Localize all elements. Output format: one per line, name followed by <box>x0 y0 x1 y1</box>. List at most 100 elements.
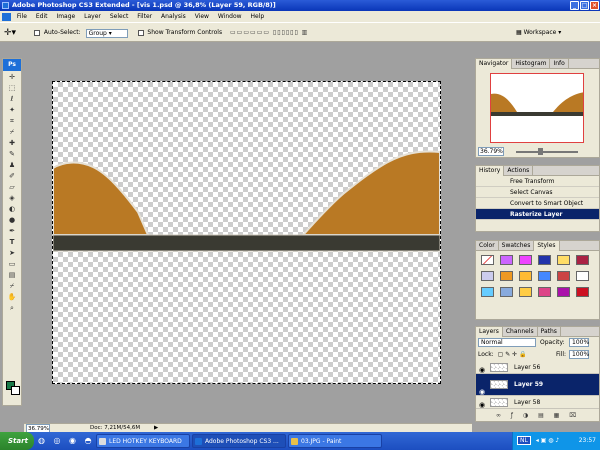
quick-launch-icons[interactable]: ◍ ◎ ◉ ◓ <box>38 436 95 445</box>
photoshop-logo-icon <box>2 2 9 9</box>
tab-actions[interactable]: Actions <box>504 166 534 176</box>
tab-layers[interactable]: Layers <box>476 327 503 337</box>
navigator-zoom-slider[interactable] <box>516 151 578 153</box>
task-photoshop[interactable]: Adobe Photoshop CS3 ... <box>192 434 286 448</box>
tab-channels[interactable]: Channels <box>503 327 538 337</box>
style-swatch[interactable] <box>500 287 513 297</box>
auto-select-checkbox[interactable] <box>33 30 40 36</box>
eraser-tool-icon[interactable]: ▱ <box>5 182 19 192</box>
eyedropper-tool-icon[interactable]: ⌿ <box>5 127 19 137</box>
style-swatch[interactable] <box>538 287 551 297</box>
menu-analysis[interactable]: Analysis <box>161 13 186 20</box>
style-swatch[interactable] <box>557 255 570 265</box>
tab-histogram[interactable]: Histogram <box>512 59 551 69</box>
zoom-slider-handle[interactable] <box>538 148 543 155</box>
style-swatch[interactable] <box>576 287 589 297</box>
menu-image[interactable]: Image <box>56 13 75 20</box>
style-swatch[interactable] <box>538 271 551 281</box>
move-tool-icon[interactable]: ✛ <box>5 72 19 82</box>
task-led-hotkey[interactable]: LED HOTKEY KEYBOARD <box>96 434 190 448</box>
language-indicator[interactable]: NL <box>517 436 531 445</box>
layer-row-active[interactable]: ◉ Layer 59 <box>476 374 599 396</box>
shape-tool-icon[interactable]: ▭ <box>5 259 19 269</box>
style-swatch[interactable] <box>576 271 589 281</box>
style-swatch[interactable] <box>519 287 532 297</box>
clone-stamp-tool-icon[interactable]: ♟ <box>5 160 19 170</box>
style-swatch[interactable] <box>557 287 570 297</box>
tray-icons[interactable]: ◂ ▣ ◍ ♪ <box>536 437 559 444</box>
magic-wand-tool-icon[interactable]: ✦ <box>5 105 19 115</box>
paint-bucket-tool-icon[interactable]: ◈ <box>5 193 19 203</box>
style-swatch[interactable] <box>481 255 494 265</box>
menu-file[interactable]: File <box>17 13 27 20</box>
style-swatch[interactable] <box>481 287 494 297</box>
menu-help[interactable]: Help <box>250 13 264 20</box>
document-canvas[interactable] <box>52 81 441 384</box>
blend-mode-dropdown[interactable]: Normal <box>478 338 536 347</box>
navigator-panel: Navigator Histogram Info 36.79% <box>475 58 600 158</box>
keyboard-icon <box>99 438 106 445</box>
navigator-preview[interactable] <box>490 73 584 143</box>
tab-color[interactable]: Color <box>476 241 499 251</box>
style-swatch[interactable] <box>576 255 589 265</box>
style-swatch[interactable] <box>481 271 494 281</box>
menu-view[interactable]: View <box>195 13 209 20</box>
healing-brush-tool-icon[interactable]: ✚ <box>5 138 19 148</box>
style-swatch[interactable] <box>538 255 551 265</box>
align-buttons[interactable]: ▭▭▭▭▭▭ ▯▯▯▯▯▯ ▥ <box>230 23 308 43</box>
hand-tool-icon[interactable]: ✋ <box>5 292 19 302</box>
layer-row[interactable]: ◉ Layer 58 <box>476 396 599 409</box>
layer-row[interactable]: ◉ Layer 56 <box>476 361 599 374</box>
opacity-field[interactable]: 100% <box>569 338 589 347</box>
path-selection-tool-icon[interactable]: ➤ <box>5 248 19 258</box>
menu-window[interactable]: Window <box>218 13 242 20</box>
start-button[interactable]: Start <box>0 432 34 450</box>
style-swatch[interactable] <box>519 255 532 265</box>
show-transform-checkbox[interactable] <box>137 30 144 36</box>
photoshop-menu-icon[interactable] <box>2 12 11 21</box>
minimize-button[interactable]: _ <box>570 1 579 10</box>
dodge-tool-icon[interactable]: ● <box>5 215 19 225</box>
layer-name: Layer 58 <box>514 399 541 406</box>
auto-select-dropdown[interactable]: Group ▾ <box>85 28 128 38</box>
eyedropper-tool-2-icon[interactable]: ⌿ <box>5 281 19 291</box>
style-swatch[interactable] <box>557 271 570 281</box>
tab-styles[interactable]: Styles <box>534 241 560 251</box>
type-tool-icon[interactable]: T <box>5 237 19 247</box>
notes-tool-icon[interactable]: ▤ <box>5 270 19 280</box>
brush-tool-icon[interactable]: ✎ <box>5 149 19 159</box>
navigator-zoom-field[interactable]: 36.79% <box>478 147 504 156</box>
history-item-active[interactable]: Rasterize Layer <box>476 209 599 220</box>
tab-history[interactable]: History <box>476 166 505 176</box>
maximize-button[interactable]: □ <box>580 1 589 10</box>
layers-footer-buttons[interactable]: ∞ ƒ ◑ ▤ ▦ ⌧ <box>476 411 599 421</box>
workspace-button[interactable]: ▦ Workspace ▾ <box>516 23 561 43</box>
task-paint[interactable]: 03.JPG - Paint <box>288 434 382 448</box>
marquee-tool-icon[interactable]: ⬚ <box>5 83 19 93</box>
history-item[interactable]: Select Canvas <box>476 187 599 198</box>
lasso-tool-icon[interactable]: ℓ <box>5 94 19 104</box>
crop-tool-icon[interactable]: ⌗ <box>5 116 19 126</box>
blur-tool-icon[interactable]: ◐ <box>5 204 19 214</box>
tab-paths[interactable]: Paths <box>538 327 561 337</box>
menu-select[interactable]: Select <box>110 13 129 20</box>
lock-icons[interactable]: ▢ ✎ ✛ 🔒 <box>498 351 527 358</box>
zoom-tool-icon[interactable]: ⌕ <box>5 303 19 313</box>
tab-navigator[interactable]: Navigator <box>476 59 513 69</box>
pen-tool-icon[interactable]: ✒ <box>5 226 19 236</box>
style-swatch[interactable] <box>500 271 513 281</box>
history-item[interactable]: Free Transform <box>476 176 599 187</box>
menu-filter[interactable]: Filter <box>137 13 152 20</box>
tab-info[interactable]: Info <box>550 59 569 69</box>
menu-layer[interactable]: Layer <box>84 13 101 20</box>
background-color-swatch[interactable] <box>11 386 20 395</box>
close-button[interactable]: × <box>590 1 599 10</box>
move-tool-preset-icon[interactable]: ✛▾ <box>4 23 16 43</box>
history-brush-tool-icon[interactable]: ✐ <box>5 171 19 181</box>
tab-swatches[interactable]: Swatches <box>499 241 535 251</box>
fill-field[interactable]: 100% <box>569 350 589 359</box>
style-swatch[interactable] <box>519 271 532 281</box>
menu-edit[interactable]: Edit <box>36 13 48 20</box>
style-swatch[interactable] <box>500 255 513 265</box>
history-item[interactable]: Convert to Smart Object <box>476 198 599 209</box>
